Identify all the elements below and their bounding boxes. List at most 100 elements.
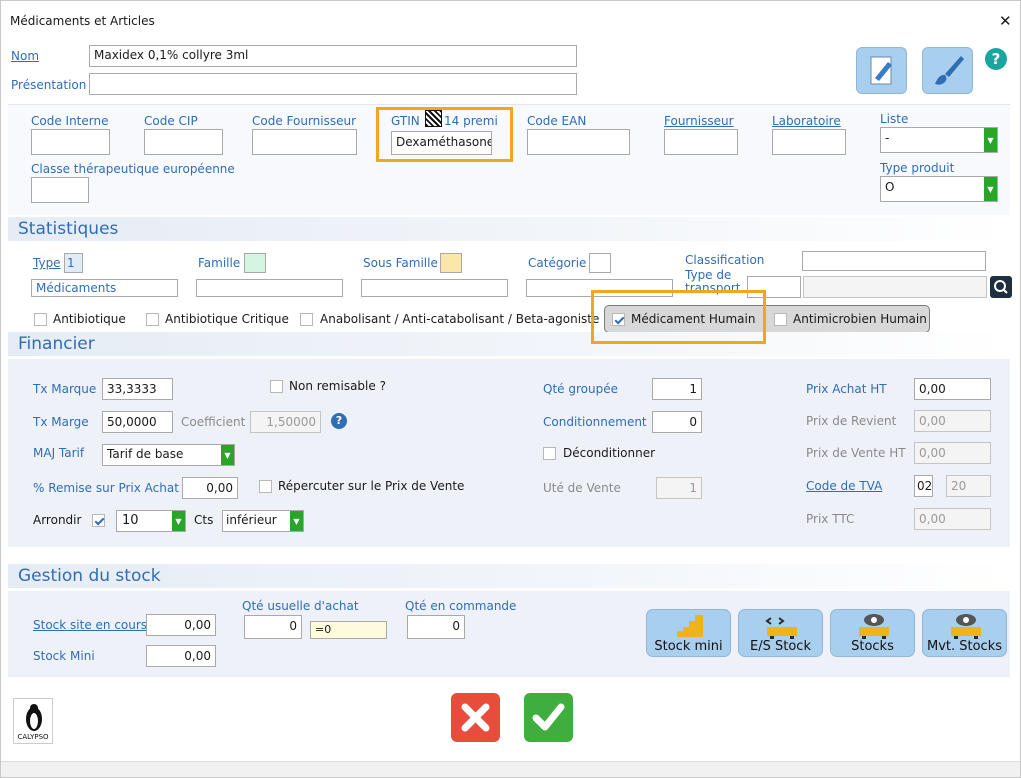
stock-site-field[interactable]: 0,00 <box>146 614 216 636</box>
penguin-icon <box>26 704 42 731</box>
maj-tarif-select[interactable]: Tarif de base ▼ <box>102 444 235 466</box>
conditionnement-field[interactable]: 0 <box>652 411 702 433</box>
nom-label: Nom <box>11 49 40 63</box>
es-stock-button-label: E/S Stock <box>750 639 811 654</box>
tx-marque-field[interactable]: 33,3333 <box>102 378 173 400</box>
es-stock-button[interactable]: E/S Stock <box>738 609 823 657</box>
code-cip-label: Code CIP <box>144 114 198 128</box>
type-produit-value: O <box>885 180 895 194</box>
coefficient-field: 1,50000 <box>250 411 321 433</box>
code-cip-field[interactable] <box>144 129 223 155</box>
arrondir-value: 10 <box>122 513 139 528</box>
code-ean-field[interactable] <box>527 129 630 155</box>
cts-select[interactable]: inférieur ▼ <box>222 510 304 532</box>
antimicrobien-humain-checkbox[interactable] <box>774 313 787 326</box>
repercuter-checkbox[interactable] <box>259 480 272 493</box>
repercuter-label: Répercuter sur le Prix de Vente <box>278 479 465 493</box>
nom-field[interactable]: Maxidex 0,1% collyre 3ml <box>89 45 577 67</box>
gtin-highlight <box>376 107 513 162</box>
non-remisable-label: Non remisable ? <box>289 379 386 393</box>
laboratoire-label: Laboratoire <box>772 114 841 128</box>
type-transport-text <box>803 276 987 298</box>
chevron-down-icon: ▼ <box>984 128 997 152</box>
type-code[interactable]: 1 <box>64 253 83 273</box>
tx-marge-field[interactable]: 50,0000 <box>102 411 173 433</box>
tx-marge-label: Tx Marge <box>33 415 89 429</box>
qte-usuelle-equivalent: =0 <box>310 621 387 639</box>
antibiotique-checkbox[interactable] <box>34 313 47 326</box>
mvt-stocks-button[interactable]: Mvt. Stocks <box>922 609 1007 657</box>
anabolisant-label: Anabolisant / Anti-catabolisant / Beta-a… <box>320 312 600 326</box>
calypso-logo: CALYPSO <box>13 698 53 744</box>
non-remisable-checkbox[interactable] <box>270 380 283 393</box>
classification-field[interactable] <box>802 251 986 271</box>
code-tva-field[interactable]: 02 <box>914 475 933 497</box>
liste-label: Liste <box>880 112 909 126</box>
stock-site-label: Stock site en cours <box>33 618 148 632</box>
window-title: Médicaments et Articles <box>10 14 155 28</box>
cross-icon <box>461 703 490 732</box>
qte-groupee-field[interactable]: 1 <box>652 378 702 400</box>
close-icon[interactable]: ✕ <box>999 12 1012 30</box>
presentation-field[interactable] <box>89 73 577 95</box>
stock-movement-icon <box>951 614 981 639</box>
stock-mini-button[interactable]: Stock mini <box>646 609 731 657</box>
anabolisant-checkbox[interactable] <box>300 313 313 326</box>
brush-icon <box>935 56 964 85</box>
search-button[interactable] <box>990 276 1012 298</box>
tx-marque-label: Tx Marque <box>33 382 97 396</box>
medicament-humain-highlight <box>591 290 766 344</box>
deconditionner-label: Déconditionner <box>563 446 656 460</box>
maj-tarif-label: MAJ Tarif <box>33 446 85 460</box>
antibiotique-critique-checkbox[interactable] <box>146 313 159 326</box>
conditionnement-label: Conditionnement <box>543 415 647 429</box>
fournisseur-field[interactable] <box>664 129 738 155</box>
type-produit-select[interactable]: O ▼ <box>880 176 998 202</box>
laboratoire-field[interactable] <box>772 129 846 155</box>
code-fournisseur-label: Code Fournisseur <box>252 114 357 128</box>
sous-famille-label: Sous Famille <box>363 256 438 270</box>
sous-famille-code[interactable] <box>440 253 462 273</box>
stock-mini-button-label: Stock mini <box>654 639 723 654</box>
edit-document-icon <box>870 56 892 85</box>
chevron-down-icon: ▼ <box>221 445 234 465</box>
qte-usuelle-field[interactable]: 0 <box>244 615 302 639</box>
help-icon[interactable]: ? <box>331 413 347 429</box>
famille-code[interactable] <box>244 253 266 273</box>
arrondir-checkbox[interactable] <box>92 514 105 527</box>
code-interne-field[interactable] <box>31 129 110 155</box>
checkmark-icon <box>532 703 565 731</box>
validate-button[interactable] <box>524 693 573 742</box>
prix-achat-field[interactable]: 0,00 <box>914 378 991 400</box>
edit-document-button[interactable] <box>856 47 907 94</box>
help-icon[interactable]: ? <box>985 48 1007 70</box>
remise-label: % Remise sur Prix Achat <box>33 481 179 495</box>
prix-achat-label: Prix Achat HT <box>806 382 887 396</box>
famille-text <box>196 279 343 297</box>
liste-select[interactable]: - ▼ <box>880 127 998 153</box>
stock-mini-field[interactable]: 0,00 <box>146 645 216 667</box>
qte-groupee-label: Qté groupée <box>543 382 618 396</box>
maj-tarif-value: Tarif de base <box>107 447 184 461</box>
coefficient-label: Coefficient <box>181 415 246 429</box>
logo-text: CALYPSO <box>17 733 49 741</box>
chevron-down-icon: ▼ <box>172 511 185 531</box>
arrondir-select[interactable]: 10 ▼ <box>116 510 186 532</box>
code-tva-label: Code de TVA <box>806 479 883 493</box>
brush-button[interactable] <box>922 47 973 94</box>
code-fournisseur-field[interactable] <box>252 129 357 155</box>
taux-tva-field: 20 <box>946 475 991 497</box>
deconditionner-checkbox[interactable] <box>543 447 556 460</box>
prix-revient-label: Prix de Revient <box>806 414 897 428</box>
remise-field[interactable]: 0,00 <box>182 477 238 499</box>
cancel-button[interactable] <box>451 693 500 742</box>
qte-commande-field[interactable]: 0 <box>407 615 465 639</box>
prix-ttc-field: 0,00 <box>914 508 991 530</box>
arrondir-label: Arrondir <box>33 513 82 527</box>
stock-heading: Gestion du stock <box>8 564 1010 588</box>
stock-view-icon <box>859 614 889 639</box>
classe-field[interactable] <box>31 177 89 203</box>
categorie-code[interactable] <box>589 253 611 273</box>
type-label: Type <box>33 256 61 270</box>
stocks-button[interactable]: Stocks <box>830 609 915 657</box>
